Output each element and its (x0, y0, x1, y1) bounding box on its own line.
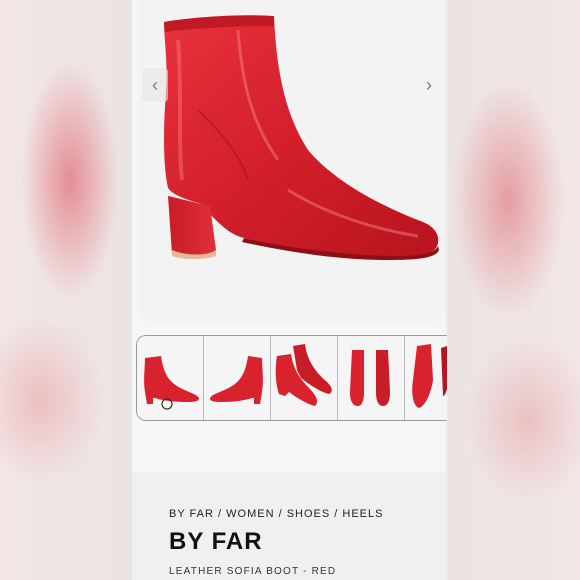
previous-image-button[interactable]: ‹ (142, 68, 168, 102)
chevron-right-icon: › (426, 74, 432, 95)
chevron-left-icon: ‹ (152, 74, 158, 95)
breadcrumb-heels[interactable]: HEELS (342, 508, 383, 520)
breadcrumb-separator: / (218, 508, 223, 520)
product-info: BY FAR / WOMEN / SHOES / HEELS BY FAR LE… (132, 472, 446, 580)
main-product-image[interactable]: ‹ › (138, 0, 446, 322)
thumbnail-image (144, 356, 199, 410)
thumbnail-image (210, 356, 263, 404)
thumbnail-front-view[interactable] (338, 336, 405, 420)
breadcrumb-separator: / (278, 508, 283, 520)
breadcrumb-separator: / (334, 508, 339, 520)
blurred-backdrop-right (448, 0, 580, 580)
red-boot-illustration (164, 15, 439, 260)
breadcrumb-women[interactable]: WOMEN (226, 508, 274, 520)
thumbnail-image (350, 350, 390, 406)
thumbnail-sole-view[interactable] (405, 336, 447, 420)
blurred-backdrop-left (0, 0, 132, 580)
brand-title[interactable]: BY FAR (169, 528, 263, 556)
thumbnail-inner-side-view[interactable] (204, 336, 271, 420)
thumbnail-image (412, 344, 447, 408)
product-panel: ‹ › BY FAR / WOMEN / SHOES / HEELS BY FA… (132, 0, 447, 580)
thumbnail-strip[interactable] (136, 335, 447, 421)
thumbnail-image (275, 344, 332, 406)
breadcrumb-shoes[interactable]: SHOES (287, 508, 331, 520)
breadcrumb-brand[interactable]: BY FAR (169, 508, 214, 520)
next-image-button[interactable]: › (416, 68, 442, 102)
thumbnail-pair-angled-view[interactable] (271, 336, 338, 420)
breadcrumb: BY FAR / WOMEN / SHOES / HEELS (169, 508, 383, 520)
thumbnail-side-view[interactable] (137, 336, 204, 420)
product-name: LEATHER SOFIA BOOT - RED (169, 566, 337, 577)
